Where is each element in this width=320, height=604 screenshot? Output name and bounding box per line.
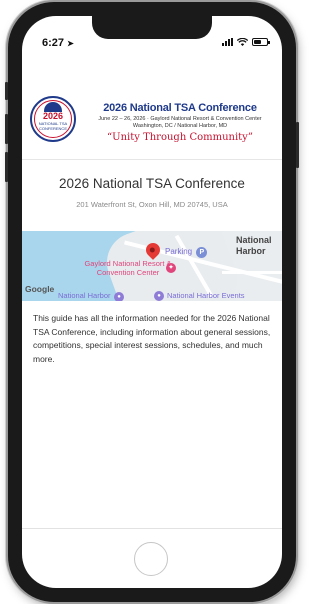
banner-dates: June 22 – 26, 2026 · Gaylord National Re…: [98, 116, 262, 122]
map-label-parking: Parking P: [165, 247, 208, 258]
bottom-divider: [22, 528, 282, 529]
conference-banner: 2026 NATIONAL TSA CONFERENCE 2026 Nation…: [22, 60, 282, 160]
event-header: 2026 National TSA Conference 201 Waterfr…: [22, 176, 282, 209]
banner-title: 2026 National TSA Conference: [103, 102, 257, 114]
home-button[interactable]: [134, 542, 168, 576]
map-label-national-harbor: National Harbor: [236, 235, 272, 256]
notch: [92, 16, 212, 39]
signal-icon: [222, 38, 233, 46]
harbor-pin-icon: ●: [114, 292, 124, 301]
banner-motto: “Unity Through Community”: [107, 132, 253, 143]
conference-seal-logo: 2026 NATIONAL TSA CONFERENCE: [30, 96, 76, 142]
phone-screen: 6:27 ➤ 2026 NATIONAL TSA CONFERENCE 2026: [22, 16, 282, 588]
events-pin-icon: ●: [154, 291, 164, 301]
volume-up-button: [5, 114, 8, 144]
status-time: 6:27 ➤: [42, 37, 74, 49]
battery-icon: [252, 38, 270, 46]
event-address[interactable]: 201 Waterfront St, Oxon Hill, MD 20745, …: [22, 200, 282, 209]
status-icons: [222, 38, 270, 46]
phone-frame: 6:27 ➤ 2026 NATIONAL TSA CONFERENCE 2026: [5, 2, 299, 602]
wifi-icon: [237, 38, 248, 46]
banner-place: Washington, DC / National Harbor, MD: [132, 123, 228, 129]
map-label-events: National Harbor Events: [167, 291, 245, 300]
parking-badge-icon: P: [196, 247, 208, 258]
guide-description: This guide has all the information neede…: [33, 313, 271, 364]
location-arrow-icon: ➤: [67, 39, 74, 48]
power-button: [296, 122, 299, 168]
map-label-google: Google: [25, 284, 55, 294]
location-map[interactable]: Parking P National Harbor Gaylord Nation…: [22, 231, 282, 301]
event-title: 2026 National TSA Conference: [59, 176, 245, 191]
map-label-harbor-left: National Harbor: [58, 291, 111, 300]
venue-pin-icon: ✦: [166, 263, 176, 273]
volume-down-button: [5, 152, 8, 182]
silent-switch: [5, 82, 8, 100]
banner-text: 2026 National TSA Conference June 22 – 2…: [82, 102, 278, 143]
